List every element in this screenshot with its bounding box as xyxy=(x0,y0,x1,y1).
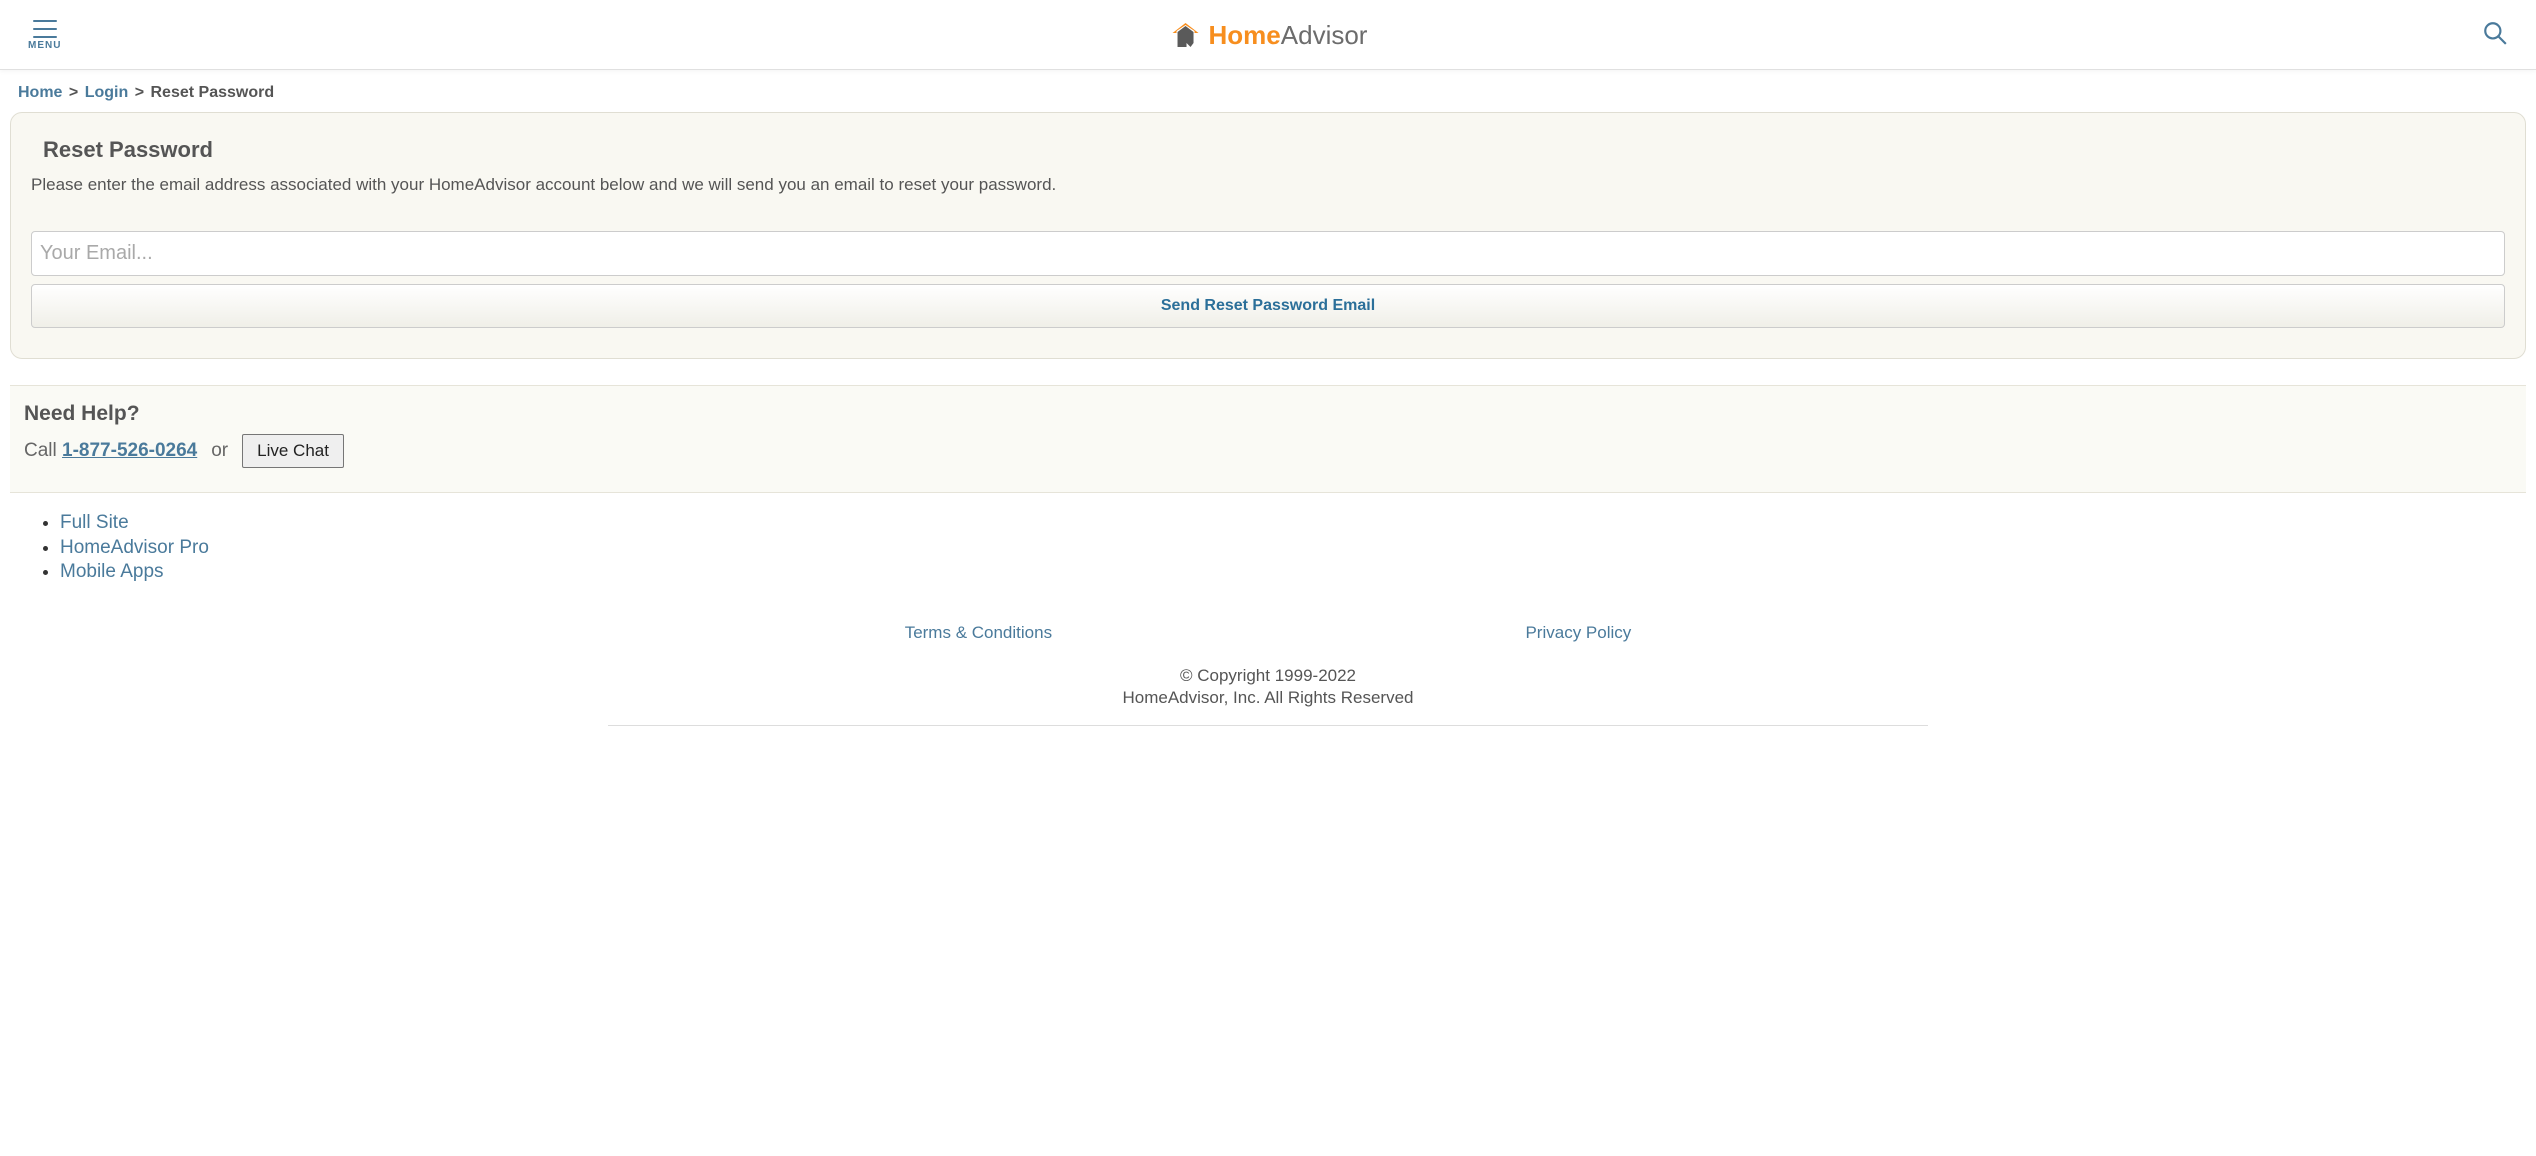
list-item: HomeAdvisor Pro xyxy=(60,536,2512,561)
breadcrumb-home[interactable]: Home xyxy=(18,84,62,101)
breadcrumb: Home > Login > Reset Password xyxy=(0,70,2536,112)
logo-text: HomeAdvisor xyxy=(1209,20,1368,51)
terms-link[interactable]: Terms & Conditions xyxy=(905,623,1052,643)
divider xyxy=(608,725,1928,726)
full-site-link[interactable]: Full Site xyxy=(60,512,129,533)
email-field[interactable] xyxy=(31,231,2505,276)
copyright-line2: HomeAdvisor, Inc. All Rights Reserved xyxy=(0,687,2536,709)
breadcrumb-sep: > xyxy=(69,84,78,101)
copyright-line1: © Copyright 1999-2022 xyxy=(0,665,2536,687)
live-chat-button[interactable]: Live Chat xyxy=(242,434,344,468)
phone-link[interactable]: 1-877-526-0264 xyxy=(62,440,197,461)
footer-links: Full Site HomeAdvisor Pro Mobile Apps xyxy=(0,493,2536,593)
send-reset-button[interactable]: Send Reset Password Email xyxy=(31,284,2505,328)
page-title: Reset Password xyxy=(43,137,2505,163)
mobile-apps-link[interactable]: Mobile Apps xyxy=(60,561,164,582)
instruction-text: Please enter the email address associate… xyxy=(31,175,2505,195)
header: MENU HomeAdvisor xyxy=(0,0,2536,70)
search-button[interactable] xyxy=(2482,20,2508,51)
help-line: Call 1-877-526-0264 or Live Chat xyxy=(24,434,2512,468)
logo[interactable]: HomeAdvisor xyxy=(1169,20,1368,51)
or-text: or xyxy=(211,440,228,462)
menu-button[interactable]: MENU xyxy=(28,20,61,51)
list-item: Full Site xyxy=(60,511,2512,536)
pro-link[interactable]: HomeAdvisor Pro xyxy=(60,537,209,558)
call-prefix: Call xyxy=(24,440,62,461)
breadcrumb-login[interactable]: Login xyxy=(85,84,129,101)
list-item: Mobile Apps xyxy=(60,560,2512,585)
legal-links: Terms & Conditions Privacy Policy xyxy=(668,623,1868,643)
reset-password-card: Reset Password Please enter the email ad… xyxy=(10,112,2526,359)
copyright: © Copyright 1999-2022 HomeAdvisor, Inc. … xyxy=(0,665,2536,709)
breadcrumb-current: Reset Password xyxy=(151,84,275,101)
help-title: Need Help? xyxy=(24,402,2512,426)
search-icon xyxy=(2482,20,2508,46)
hamburger-icon xyxy=(33,20,57,38)
menu-label: MENU xyxy=(28,40,61,51)
help-section: Need Help? Call 1-877-526-0264 or Live C… xyxy=(10,385,2526,493)
privacy-link[interactable]: Privacy Policy xyxy=(1525,623,1631,643)
house-icon xyxy=(1169,21,1203,51)
breadcrumb-sep: > xyxy=(135,84,144,101)
